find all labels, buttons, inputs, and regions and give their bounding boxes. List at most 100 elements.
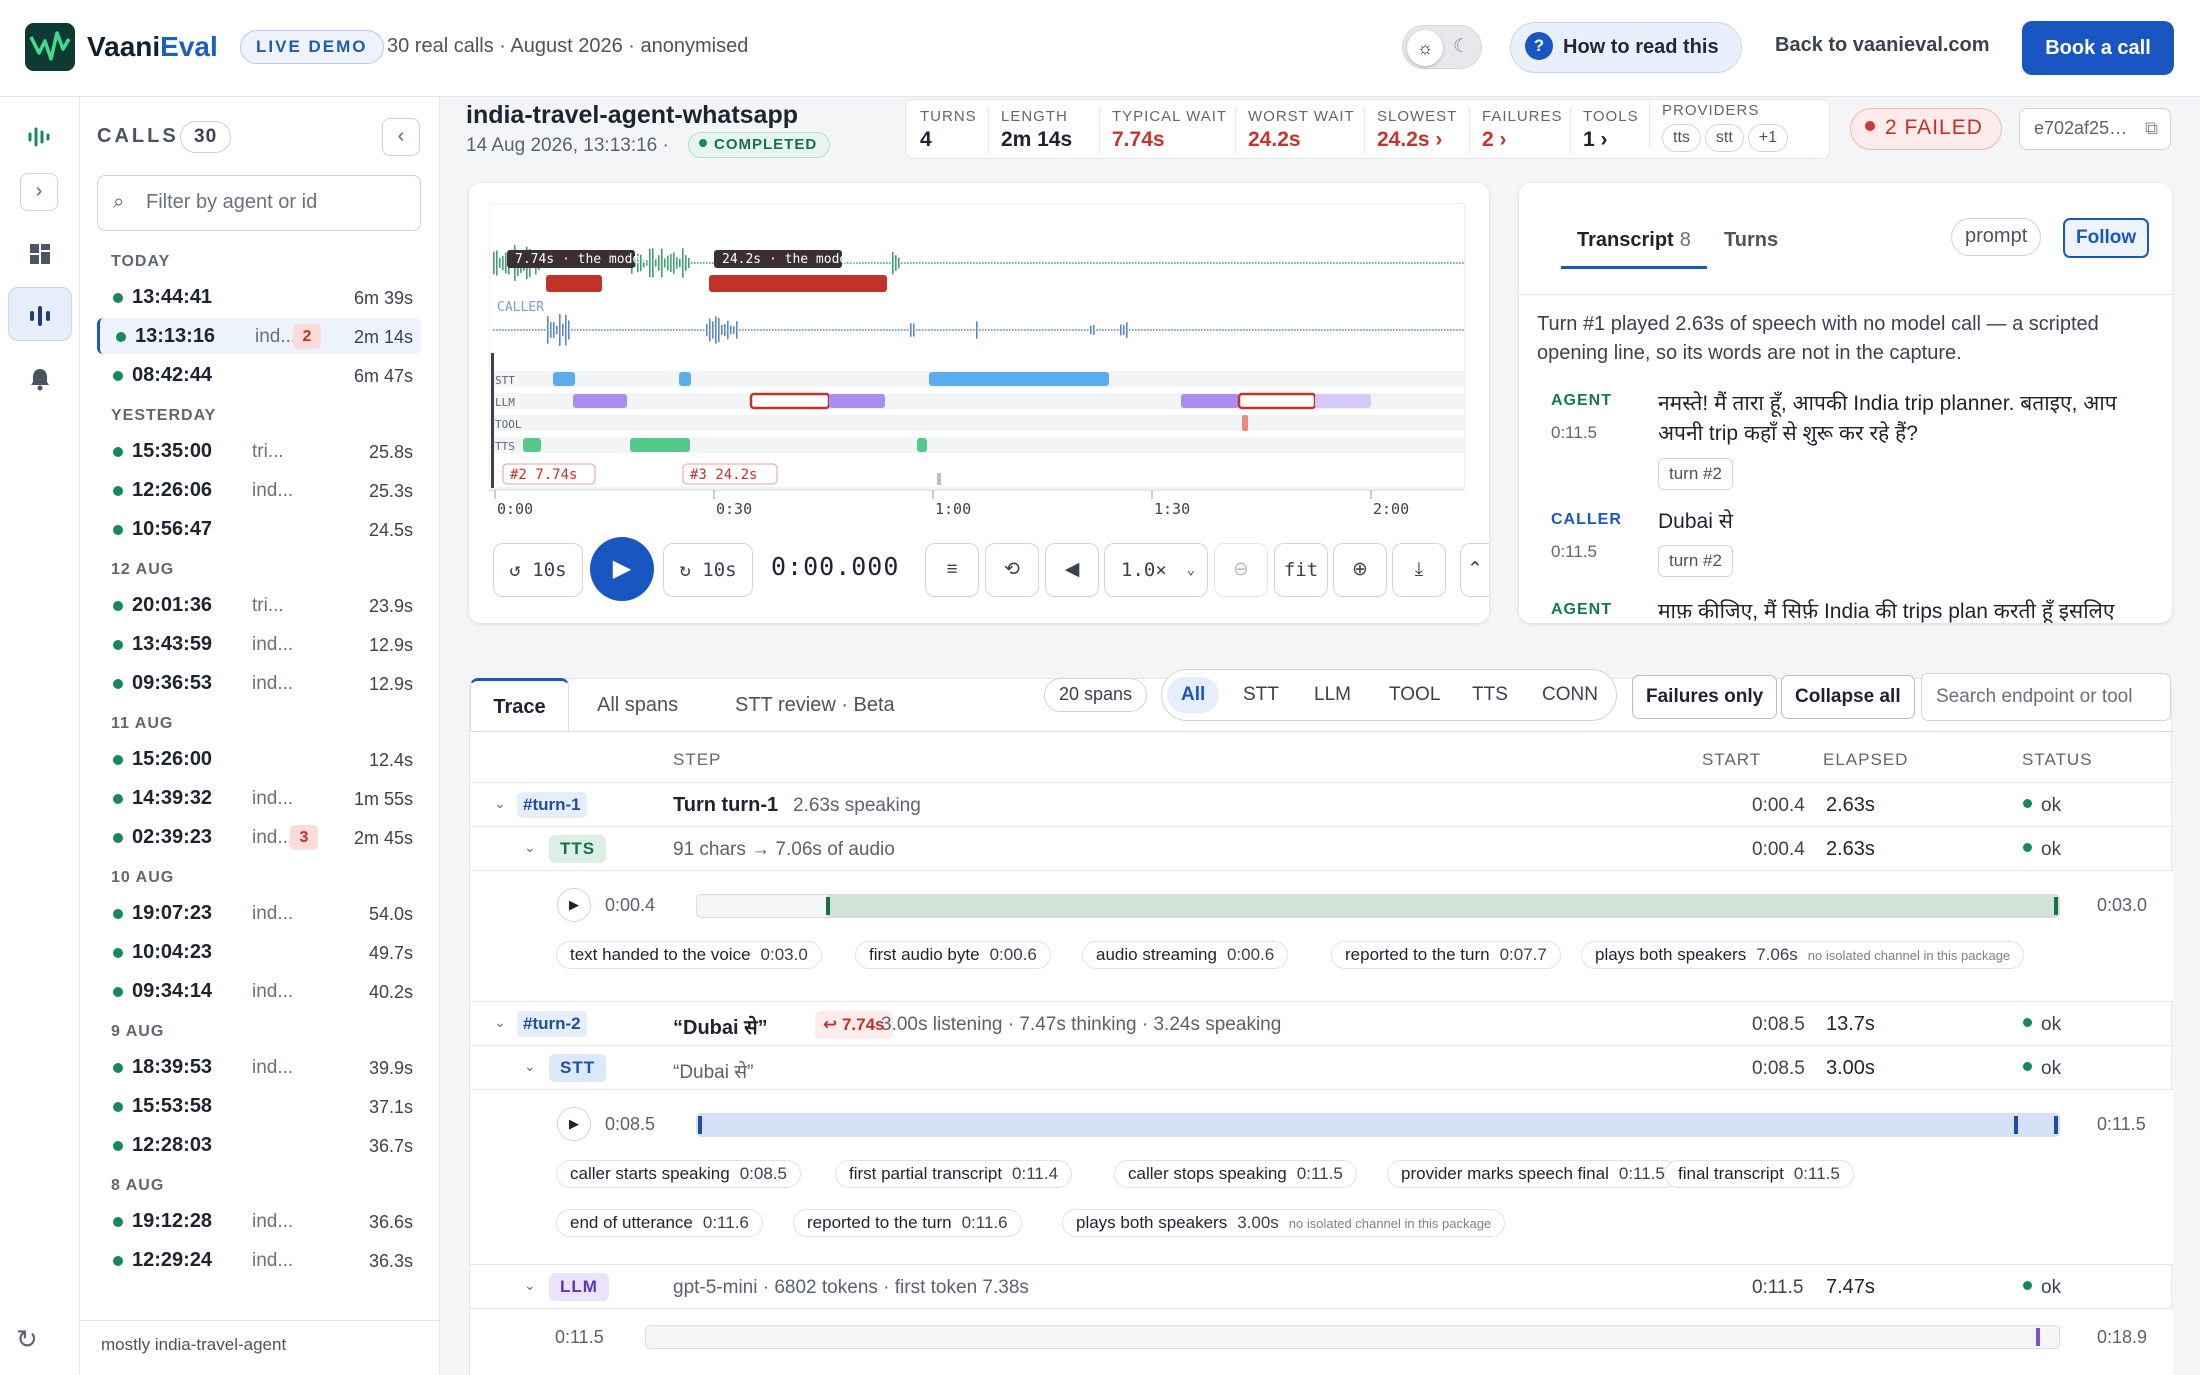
call-list-item[interactable]: 13:44:41 6m 39s [97,279,421,315]
call-list-item[interactable]: 12:26:06 ind... 25.3s [97,472,421,508]
tab-all-spans[interactable]: All spans [597,694,678,717]
utterance-time[interactable]: 0:11.5 [1551,423,1597,443]
play-span-button[interactable]: ▶ [557,1107,591,1141]
collapse-caret-icon[interactable]: ⌄ [494,1014,506,1031]
bell-icon[interactable] [8,351,72,405]
play-span-button[interactable]: ▶ [557,888,591,922]
failed-badge[interactable]: 2 FAILED [1850,108,2002,150]
call-list-item[interactable]: 08:42:44 6m 47s [97,357,421,393]
utterance-time[interactable]: 0:11.5 [1551,542,1597,562]
fit-button[interactable]: fit [1274,543,1328,597]
tts-span[interactable] [917,438,927,452]
how-to-read-button[interactable]: ? How to read this [1510,22,1742,73]
stat-failures[interactable]: FAILURES 2 › [1469,108,1563,154]
call-list-item[interactable]: 15:26:00 12.4s [97,741,421,777]
llm-span[interactable] [1315,394,1371,408]
filter-conn[interactable]: CONN [1528,677,1612,713]
milestone-chip[interactable]: reported to the turn 0:07.7 [1331,941,1561,969]
provider-chip[interactable]: +1 [1747,124,1789,152]
call-list-item[interactable]: 13:13:16 ind... 2 2m 14s [97,318,421,354]
collapse-calls-button[interactable]: ‹ [382,118,420,156]
call-list-item[interactable]: 19:07:23 ind... 54.0s [97,895,421,931]
llm-span-failed[interactable] [1237,392,1317,410]
zoom-out-button[interactable]: ⊖ [1214,543,1268,597]
call-list-item[interactable]: 19:12:28 ind... 36.6s [97,1203,421,1239]
milestone-chip[interactable]: plays both speakers 7.06s no isolated chan… [1581,941,2025,969]
span-audio-track[interactable] [696,1113,2060,1137]
span-row[interactable]: ⌄ LLM gpt-5-mini · 6802 tokens · first t… [470,1264,2173,1308]
filter-llm[interactable]: LLM [1300,677,1365,713]
loop-button[interactable]: ⟲ [985,543,1039,597]
failures-only-toggle[interactable]: Failures only [1632,675,1778,719]
milestone-chip[interactable]: caller stops speaking 0:11.5 [1114,1160,1357,1188]
tab-transcript[interactable]: Transcript 8 [1561,229,1707,269]
milestone-chip[interactable]: provider marks speech final 0:11.5 [1387,1160,1679,1188]
stt-span[interactable] [679,372,691,386]
expand-caret-icon[interactable]: ⌄ [524,839,536,856]
collapse-caret-icon[interactable]: ⌄ [494,795,506,812]
call-list-item[interactable]: 09:34:14 ind... 40.2s [97,973,421,1009]
turn-link-chip[interactable]: turn #2 [1658,458,1733,490]
span-audio-track[interactable] [696,894,2060,918]
speed-select[interactable]: 1.0× ⌄ [1104,543,1208,597]
back-to-site-link[interactable]: Back to vaanieval.com [1775,34,1990,57]
skip-back-button[interactable]: ↺ 10s [493,543,583,597]
llm-span[interactable] [573,394,627,408]
turn-row[interactable]: ⌄ #turn-1 Turn turn-1 2.63s speaking 0:0… [470,782,2173,826]
filter-tool[interactable]: TOOL [1375,677,1454,713]
skip-forward-button[interactable]: ↻ 10s [663,543,753,597]
call-list-item[interactable]: 18:39:53 ind... 39.9s [97,1049,421,1085]
expand-rail-button[interactable]: › [20,173,58,211]
logo[interactable] [25,23,75,71]
collapse-all-button[interactable]: Collapse all [1781,675,1915,719]
milestone-chip[interactable]: final transcript 0:11.5 [1664,1160,1854,1188]
turn-marker[interactable]: #2 7.74s [502,463,596,485]
call-list-item[interactable]: 10:04:23 49.7s [97,934,421,970]
call-list-item[interactable]: 12:28:03 36.7s [97,1127,421,1163]
follow-toggle[interactable]: Follow [2063,218,2150,258]
collapse-player-button[interactable]: ⌃ [1460,543,1489,597]
zoom-in-button[interactable]: ⊕ [1333,543,1387,597]
tab-turns[interactable]: Turns [1724,229,1778,252]
llm-span[interactable] [1181,394,1239,408]
call-id-copy[interactable]: e702af25… ⧉ [2019,108,2171,150]
call-list-item[interactable]: 13:43:59 ind... 12.9s [97,626,421,662]
stt-span[interactable] [553,372,575,386]
tab-stt-review[interactable]: STT review · Beta [735,694,895,717]
milestone-chip[interactable]: text handed to the voice 0:03.0 [556,941,822,969]
stat-slowest[interactable]: SLOWEST 24.2s › [1364,108,1457,154]
call-list-item[interactable]: 15:53:58 37.1s [97,1088,421,1124]
call-timeline[interactable]: CALLER 7.74s · the model 24.2s · the mod… [489,203,1469,523]
milestone-chip[interactable]: audio streaming 0:00.6 [1082,941,1289,969]
turn-link-chip[interactable]: turn #2 [1658,545,1733,577]
call-list-item[interactable]: 20:01:36 tri... 23.9s [97,587,421,623]
refresh-icon[interactable]: ↻ [16,1324,38,1355]
call-list-item[interactable]: 12:29:24 ind... 36.3s [97,1242,421,1278]
provider-chip[interactable]: tts [1662,124,1701,152]
expand-caret-icon[interactable]: ⌄ [524,1277,536,1294]
turn-marker[interactable]: #3 24.2s [682,463,778,485]
call-filter-input[interactable]: ⌕ Filter by agent or id [97,175,421,231]
call-list-item[interactable]: 14:39:32 ind... 1m 55s [97,780,421,816]
volume-button[interactable]: ◀ [1045,543,1099,597]
call-list-item[interactable]: 09:36:53 ind... 12.9s [97,665,421,701]
playhead[interactable] [491,353,494,488]
call-list-item[interactable]: 10:56:47 24.5s [97,511,421,547]
tts-span[interactable] [523,438,541,452]
milestone-chip[interactable]: first partial transcript 0:11.4 [835,1160,1073,1188]
span-token-track[interactable] [645,1325,2060,1349]
llm-span-failed[interactable] [749,392,831,410]
play-button[interactable]: ▶ [590,537,654,601]
theme-toggle[interactable]: ☼ ☾ [1402,25,1482,69]
brand-name[interactable]: VaaniEval [87,31,218,63]
stt-span[interactable] [929,372,1109,386]
call-list-item[interactable]: 02:39:23 ind... 3 2m 45s [97,819,421,855]
turn-row[interactable]: ⌄ #turn-2 “Dubai से” ↩ 7.74s 3.00s liste… [470,1001,2173,1045]
align-button[interactable]: ≡ [925,543,979,597]
span-row[interactable]: ⌄ TTS 91 chars → 7.06s of audio 0:00.4 2… [470,826,2173,870]
llm-span[interactable] [829,394,885,408]
calls-nav-icon[interactable] [8,287,72,341]
provider-chip[interactable]: stt [1704,124,1744,152]
expand-caret-icon[interactable]: ⌄ [524,1058,536,1075]
tts-span[interactable] [630,438,690,452]
